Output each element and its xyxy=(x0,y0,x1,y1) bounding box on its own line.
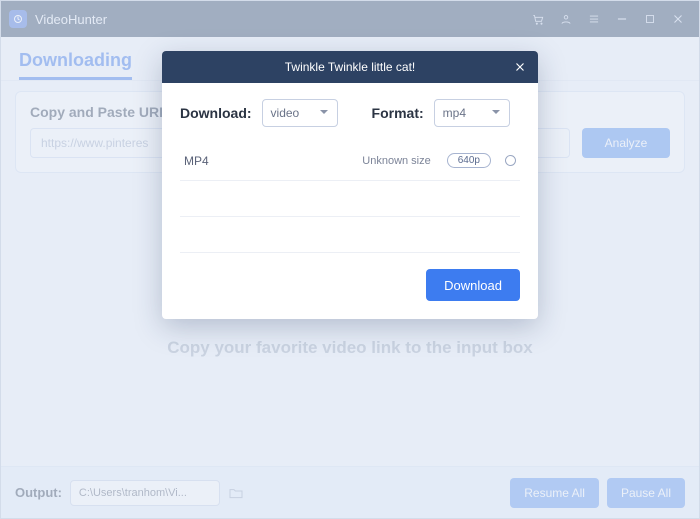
download-type-value: video xyxy=(271,106,300,120)
format-label: Format: xyxy=(372,105,424,121)
download-type-select[interactable]: video xyxy=(262,99,338,127)
download-type-label: Download: xyxy=(180,105,252,121)
caret-down-icon xyxy=(319,106,329,120)
modal-close-button[interactable] xyxy=(510,57,530,77)
select-radio[interactable] xyxy=(505,155,516,166)
modal-overlay: Twinkle Twinkle little cat! Download: vi… xyxy=(1,1,699,518)
resolution-chip[interactable]: 640p xyxy=(447,153,491,168)
empty-row xyxy=(180,181,520,217)
download-modal: Twinkle Twinkle little cat! Download: vi… xyxy=(162,51,538,319)
format-select[interactable]: mp4 xyxy=(434,99,510,127)
result-size: Unknown size xyxy=(264,155,447,167)
modal-title: Twinkle Twinkle little cat! xyxy=(285,60,416,74)
result-row: MP4 Unknown size 640p xyxy=(180,141,520,181)
result-format: MP4 xyxy=(184,154,264,168)
download-button[interactable]: Download xyxy=(426,269,520,301)
modal-header: Twinkle Twinkle little cat! xyxy=(162,51,538,83)
caret-down-icon xyxy=(491,106,501,120)
empty-row xyxy=(180,217,520,253)
app-window: VideoHunter Downloading Copy and Paste U… xyxy=(0,0,700,519)
format-value: mp4 xyxy=(443,106,466,120)
